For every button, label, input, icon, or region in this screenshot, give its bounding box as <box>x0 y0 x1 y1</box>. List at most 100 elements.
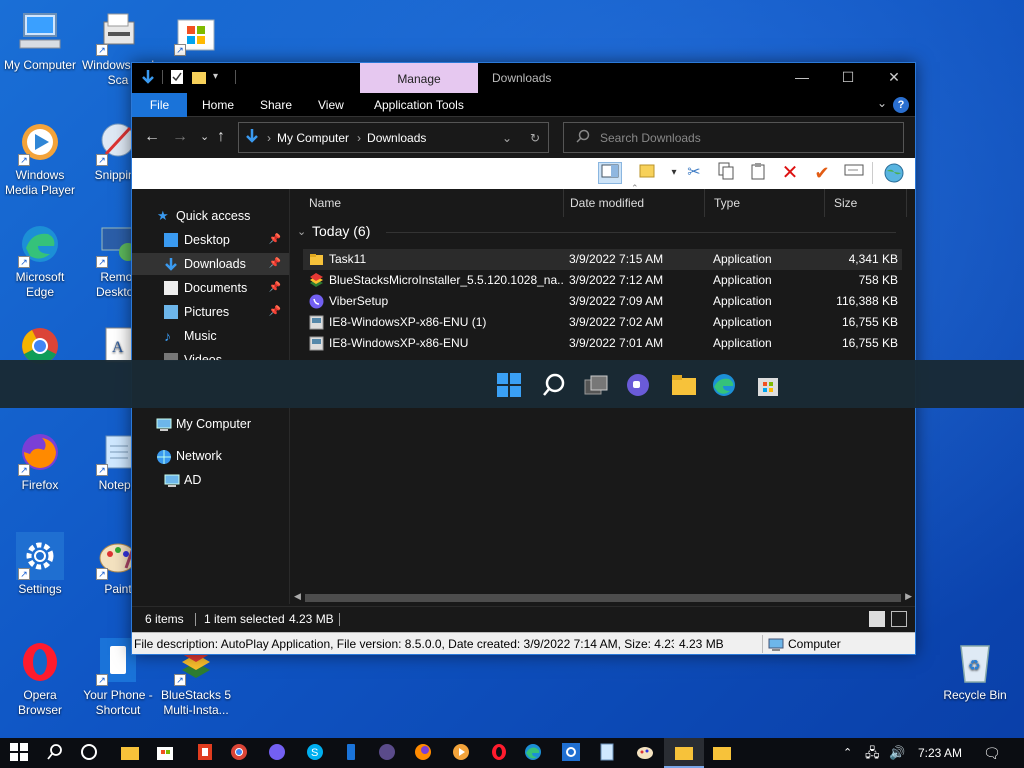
refresh-icon[interactable]: ↻ <box>530 131 540 145</box>
store-icon[interactable] <box>755 372 781 398</box>
desktop-icon-firefox[interactable]: ↗ Firefox <box>0 428 80 493</box>
tab-application-tools[interactable]: Application Tools <box>360 93 478 117</box>
nav-ad[interactable]: AD <box>132 469 289 491</box>
cortana-icon[interactable] <box>80 743 100 763</box>
globe-icon[interactable] <box>882 162 906 184</box>
table-row[interactable]: ViberSetup 3/9/2022 7:09 AM Application … <box>303 291 902 312</box>
search-icon[interactable] <box>541 372 567 398</box>
table-row[interactable]: Task11 3/9/2022 7:15 AM Application 4,34… <box>303 249 902 270</box>
recent-locations-button[interactable]: ⌄ <box>200 128 209 146</box>
nav-network[interactable]: Network <box>132 445 289 467</box>
check-icon[interactable]: ✔ <box>810 162 834 184</box>
clock[interactable]: 7:23 AM <box>918 738 962 768</box>
tab-home[interactable]: Home <box>188 93 248 117</box>
group-header[interactable]: ⌄ Today (6) <box>297 223 370 239</box>
your-phone-icon[interactable] <box>342 743 362 763</box>
rename-icon[interactable] <box>842 162 866 184</box>
table-row[interactable]: BlueStacksMicroInstaller_5.5.120.1028_na… <box>303 270 902 291</box>
nav-desktop[interactable]: Desktop 📌 <box>132 229 289 251</box>
nav-downloads[interactable]: Downloads 📌 <box>132 253 289 275</box>
large-icons-view-icon[interactable] <box>891 611 907 627</box>
chat-icon[interactable] <box>625 372 651 398</box>
edge-icon[interactable] <box>524 743 544 763</box>
desktop-icon-recycle-bin[interactable]: ♻ Recycle Bin <box>935 638 1015 703</box>
nav-documents[interactable]: Documents 📌 <box>132 277 289 299</box>
file-explorer-window[interactable]: ▾ Manage Downloads — ☐ ✕ File Home Share… <box>131 62 916 655</box>
store-icon[interactable] <box>156 743 176 763</box>
notepad-icon[interactable] <box>598 743 618 763</box>
skype-icon[interactable]: S <box>306 743 326 763</box>
nav-pictures[interactable]: Pictures 📌 <box>132 301 289 323</box>
column-type[interactable]: Type <box>705 189 825 217</box>
desktop-icon-my-computer[interactable]: My Computer <box>0 8 80 73</box>
paste-icon[interactable] <box>746 162 770 184</box>
windows11-start-icon[interactable] <box>496 372 522 398</box>
help-icon[interactable]: ? <box>893 97 909 113</box>
nav-quick-access[interactable]: ★ Quick access <box>132 205 289 227</box>
taskbar-active-explorer[interactable] <box>664 738 704 768</box>
start-icon[interactable] <box>10 743 30 763</box>
viber-icon[interactable] <box>268 743 288 763</box>
notifications-icon[interactable]: 🗨 <box>983 738 1001 768</box>
volume-icon[interactable]: 🔊 <box>889 738 905 768</box>
task-view-icon[interactable] <box>583 372 609 398</box>
chrome-icon[interactable] <box>230 743 250 763</box>
scroll-left-icon[interactable]: ◀ <box>294 591 301 602</box>
expand-ribbon-icon[interactable]: ⌄ <box>877 96 887 110</box>
media-player-icon[interactable] <box>452 743 472 763</box>
breadcrumb-my-computer[interactable]: My Computer <box>277 131 349 145</box>
scroll-right-icon[interactable]: ▶ <box>905 591 912 602</box>
minimize-button[interactable]: — <box>779 63 825 93</box>
column-name[interactable]: Name <box>300 189 564 217</box>
tab-share[interactable]: Share <box>246 93 306 117</box>
details-view-icon[interactable] <box>869 611 885 627</box>
search-icon[interactable] <box>46 743 66 763</box>
file-explorer-icon[interactable] <box>120 743 140 763</box>
delete-icon[interactable]: ✕ <box>778 162 802 184</box>
new-folder-icon[interactable] <box>191 69 207 85</box>
tray-chevron-up-icon[interactable]: ⌃ <box>843 738 852 768</box>
breadcrumb-downloads[interactable]: Downloads <box>367 131 426 145</box>
opera-icon[interactable] <box>490 743 510 763</box>
address-bar[interactable]: › My Computer › Downloads ⌄ ↻ <box>238 122 549 153</box>
copy-icon[interactable] <box>714 162 738 184</box>
title-bar[interactable]: ▾ Manage Downloads — ☐ ✕ <box>132 63 915 93</box>
up-button[interactable]: ↑ <box>217 128 225 146</box>
address-dropdown-icon[interactable]: ⌄ <box>502 131 512 145</box>
back-button[interactable]: ← <box>144 128 160 146</box>
preview-pane-icon[interactable] <box>598 162 622 184</box>
search-box[interactable]: Search Downloads <box>563 122 904 153</box>
paint-icon[interactable] <box>636 743 656 763</box>
settings-icon[interactable] <box>562 743 582 763</box>
desktop-icon-settings[interactable]: ↗ Settings <box>0 532 80 597</box>
shortcut-arrow-icon: ↗ <box>18 256 30 268</box>
file-explorer-icon[interactable] <box>671 372 697 398</box>
table-row[interactable]: IE8-WindowsXP-x86-ENU 3/9/2022 7:01 AM A… <box>303 333 902 354</box>
column-size[interactable]: Size <box>825 189 907 217</box>
manage-tab[interactable]: Manage <box>360 63 478 93</box>
view-options-icon[interactable] <box>636 162 660 184</box>
close-button[interactable]: ✕ <box>871 63 917 93</box>
office-icon[interactable] <box>196 743 216 763</box>
customize-qat-icon[interactable]: ▾ <box>213 69 229 85</box>
nav-music[interactable]: ♪ Music <box>132 325 289 347</box>
table-row[interactable]: IE8-WindowsXP-x86-ENU (1) 3/9/2022 7:02 … <box>303 312 902 333</box>
tab-file[interactable]: File <box>132 93 187 117</box>
app-icon[interactable] <box>378 743 398 763</box>
cut-icon[interactable]: ✂ <box>682 162 706 184</box>
down-arrow-icon[interactable] <box>140 69 156 85</box>
desktop-icon-edge[interactable]: ↗ Microsoft Edge <box>0 220 80 300</box>
edge-icon[interactable] <box>711 372 737 398</box>
desktop-icon-media-player[interactable]: ↗ Windows Media Player <box>0 118 80 198</box>
tab-view[interactable]: View <box>304 93 358 117</box>
desktop-icon-store[interactable]: ↗ <box>156 8 236 58</box>
nav-my-computer[interactable]: My Computer <box>132 413 289 435</box>
desktop-icon-opera[interactable]: Opera Browser <box>0 638 80 718</box>
network-tray-icon[interactable]: 🖧 <box>865 738 880 768</box>
scrollbar-thumb[interactable] <box>305 594 901 602</box>
file-explorer-icon[interactable] <box>712 743 732 763</box>
horizontal-scrollbar[interactable]: ◀ ▶ <box>291 591 915 605</box>
forward-button[interactable]: → <box>172 128 188 146</box>
properties-icon[interactable] <box>169 69 185 85</box>
maximize-button[interactable]: ☐ <box>825 63 871 93</box>
